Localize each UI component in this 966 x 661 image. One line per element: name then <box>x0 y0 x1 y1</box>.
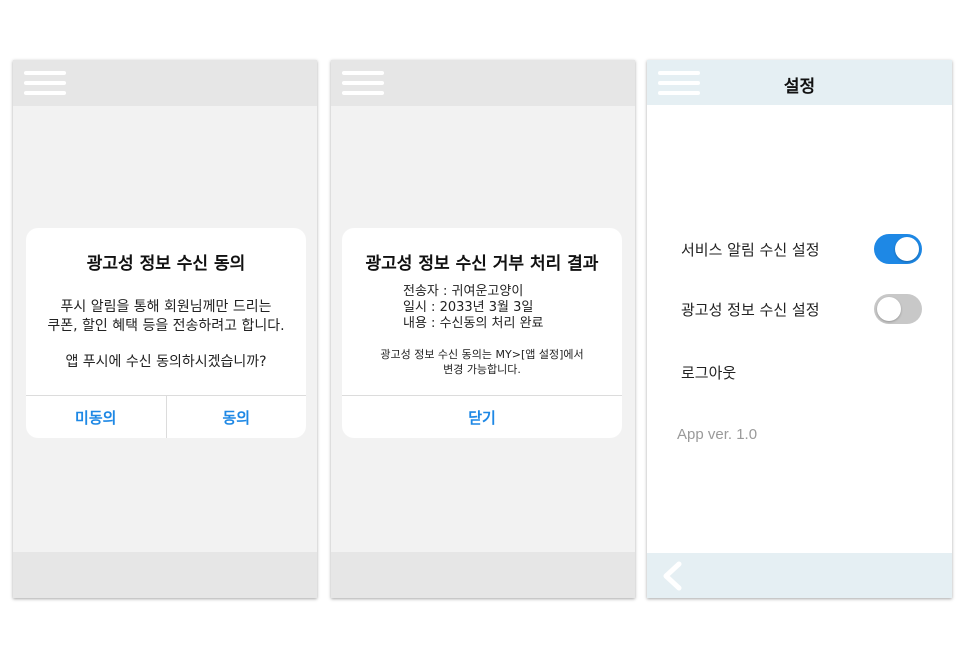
bottom-bar <box>647 553 952 598</box>
phone-screen-settings: 설정 서비스 알림 수신 설정 광고성 정보 수신 설정 로그아웃 App ve… <box>647 60 952 598</box>
close-button[interactable]: 닫기 <box>342 396 622 438</box>
toggle-knob <box>895 237 919 261</box>
logout-link[interactable]: 로그아웃 <box>681 356 922 388</box>
dialog-body-line: 푸시 알림을 통해 회원님께만 드리는 <box>60 299 272 315</box>
logout-label: 로그아웃 <box>681 363 737 382</box>
agree-button[interactable]: 동의 <box>165 396 307 438</box>
dialog-question: 앱 푸시에 수신 동의하시겠습니까? <box>65 354 267 370</box>
bottom-bar <box>331 552 635 598</box>
result-sender: 전송자 : 귀여운고양이 <box>403 284 524 299</box>
app-version: App ver. 1.0 <box>677 426 758 443</box>
result-dialog: 광고성 정보 수신 거부 처리 결과 전송자 : 귀여운고양이 일시 : 203… <box>342 228 622 438</box>
top-bar <box>331 60 635 106</box>
dialog-title: 광고성 정보 수신 동의 <box>86 254 246 274</box>
result-note-line: 변경 가능합니다. <box>443 363 521 376</box>
result-date: 일시 : 2033년 3월 3일 <box>403 300 534 315</box>
setting-label: 서비스 알림 수신 설정 <box>681 240 820 259</box>
toggle-knob <box>877 297 901 321</box>
dialog-body-line: 쿠폰, 할인 혜택 등을 전송하려고 합니다. <box>47 318 285 334</box>
page-title: 설정 <box>783 77 816 97</box>
phone-screen-result: 광고성 정보 수신 거부 처리 결과 전송자 : 귀여운고양이 일시 : 203… <box>331 60 635 598</box>
result-content: 내용 : 수신동의 처리 완료 <box>403 316 544 331</box>
top-bar: 설정 <box>647 60 952 105</box>
hamburger-menu-icon[interactable] <box>24 71 66 96</box>
disagree-button[interactable]: 미동의 <box>26 396 166 438</box>
dialog-button-row: 미동의 동의 <box>26 395 306 438</box>
phone-screen-consent: 광고성 정보 수신 동의 푸시 알림을 통해 회원님께만 드리는 쿠폰, 할인 … <box>13 60 317 598</box>
consent-dialog: 광고성 정보 수신 동의 푸시 알림을 통해 회원님께만 드리는 쿠폰, 할인 … <box>26 228 306 438</box>
dialog-button-row: 닫기 <box>342 395 622 438</box>
chevron-left-icon[interactable] <box>659 561 687 591</box>
result-note-line: 광고성 정보 수신 동의는 MY>[앱 설정]에서 <box>380 348 584 361</box>
dialog-title: 광고성 정보 수신 거부 처리 결과 <box>365 254 599 274</box>
setting-row-ad-info: 광고성 정보 수신 설정 <box>681 293 922 325</box>
setting-row-service-alert: 서비스 알림 수신 설정 <box>681 233 922 265</box>
ad-info-toggle[interactable] <box>874 294 922 324</box>
top-bar <box>13 60 317 106</box>
setting-label: 광고성 정보 수신 설정 <box>681 300 820 319</box>
service-alert-toggle[interactable] <box>874 234 922 264</box>
hamburger-menu-icon[interactable] <box>342 71 384 96</box>
bottom-bar <box>13 552 317 598</box>
